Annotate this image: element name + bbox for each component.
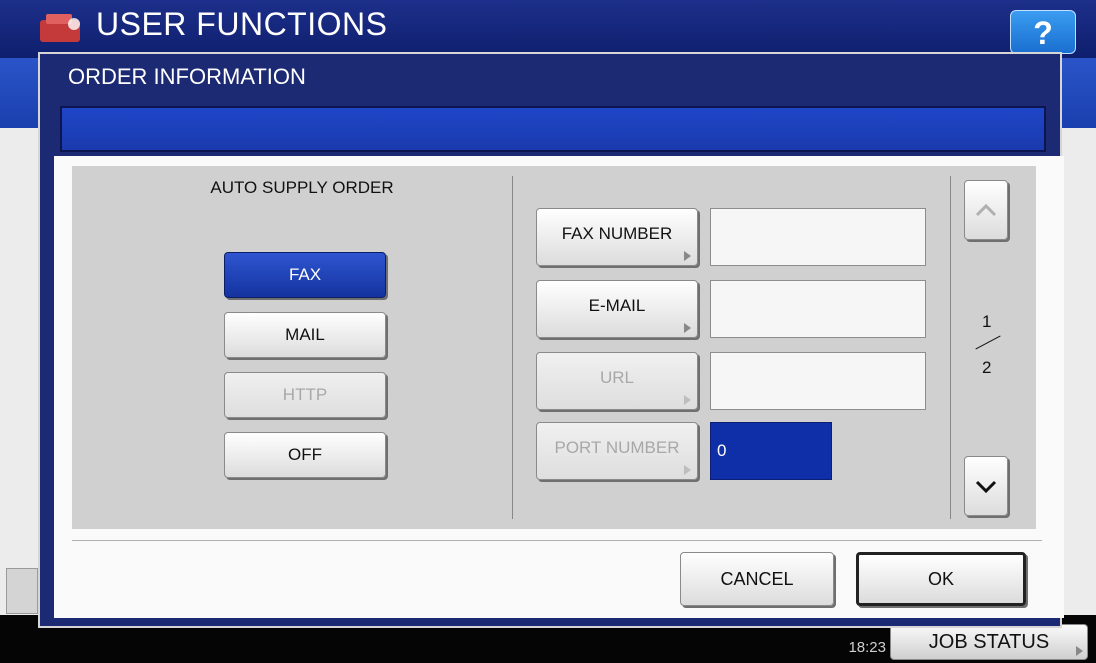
scroll-divider <box>950 176 951 519</box>
email-label: E-MAIL <box>588 296 646 315</box>
job-status-button[interactable]: JOB STATUS <box>890 624 1088 660</box>
side-tab[interactable] <box>6 568 38 614</box>
arrow-indicator-icon <box>684 395 691 405</box>
chevron-up-icon <box>975 203 997 217</box>
fax-number-field[interactable] <box>710 208 926 266</box>
http-label: HTTP <box>282 385 328 404</box>
page-indicator: 1 2 <box>968 312 1008 382</box>
auto-supply-fax-button[interactable]: FAX <box>224 252 386 298</box>
port-number-button: PORT NUMBER <box>536 422 698 480</box>
mail-label: MAIL <box>285 325 325 344</box>
auto-supply-order-label: AUTO SUPPLY ORDER <box>210 178 394 197</box>
arrow-indicator-icon <box>1076 646 1083 656</box>
email-field[interactable] <box>710 280 926 338</box>
settings-panel: AUTO SUPPLY ORDER FAX MAIL HTTP OFF FAX … <box>72 166 1036 529</box>
email-button[interactable]: E-MAIL <box>536 280 698 338</box>
fax-number-label: FAX NUMBER <box>561 224 673 243</box>
order-information-dialog: ORDER INFORMATION AUTO SUPPLY ORDER FAX … <box>38 52 1064 628</box>
url-field <box>710 352 926 410</box>
app-title: USER FUNCTIONS <box>96 6 388 42</box>
ok-label: OK <box>927 569 954 589</box>
off-label: OFF <box>288 445 322 464</box>
fax-label: FAX <box>288 265 322 284</box>
dialog-body: AUTO SUPPLY ORDER FAX MAIL HTTP OFF FAX … <box>54 156 1064 618</box>
scroll-up-button[interactable] <box>964 180 1008 240</box>
dialog-title: ORDER INFORMATION <box>68 64 306 89</box>
help-button[interactable]: ? <box>1010 10 1076 54</box>
cancel-button[interactable]: CANCEL <box>680 552 834 606</box>
auto-supply-off-button[interactable]: OFF <box>224 432 386 478</box>
total-pages: 2 <box>982 358 992 377</box>
dialog-header-strip <box>60 106 1046 152</box>
cancel-label: CANCEL <box>720 569 794 589</box>
chevron-down-icon <box>975 480 997 494</box>
url-button: URL <box>536 352 698 410</box>
current-page: 1 <box>982 312 992 331</box>
time-text: 18:23 <box>848 639 886 656</box>
auto-supply-http-button: HTTP <box>224 372 386 418</box>
url-label: URL <box>599 368 634 387</box>
arrow-indicator-icon <box>684 323 691 333</box>
scroll-down-button[interactable] <box>964 456 1008 516</box>
port-number-field[interactable]: 0 <box>710 422 832 480</box>
page-separator <box>975 335 1001 350</box>
fax-number-button[interactable]: FAX NUMBER <box>536 208 698 266</box>
auto-supply-mail-button[interactable]: MAIL <box>224 312 386 358</box>
arrow-indicator-icon <box>684 251 691 261</box>
port-number-label: PORT NUMBER <box>554 438 680 457</box>
panel-divider <box>512 176 513 519</box>
job-status-label: JOB STATUS <box>928 631 1050 653</box>
footer-divider <box>72 540 1042 541</box>
arrow-indicator-icon <box>684 465 691 475</box>
user-functions-icon <box>40 14 80 42</box>
ok-button[interactable]: OK <box>856 552 1026 606</box>
